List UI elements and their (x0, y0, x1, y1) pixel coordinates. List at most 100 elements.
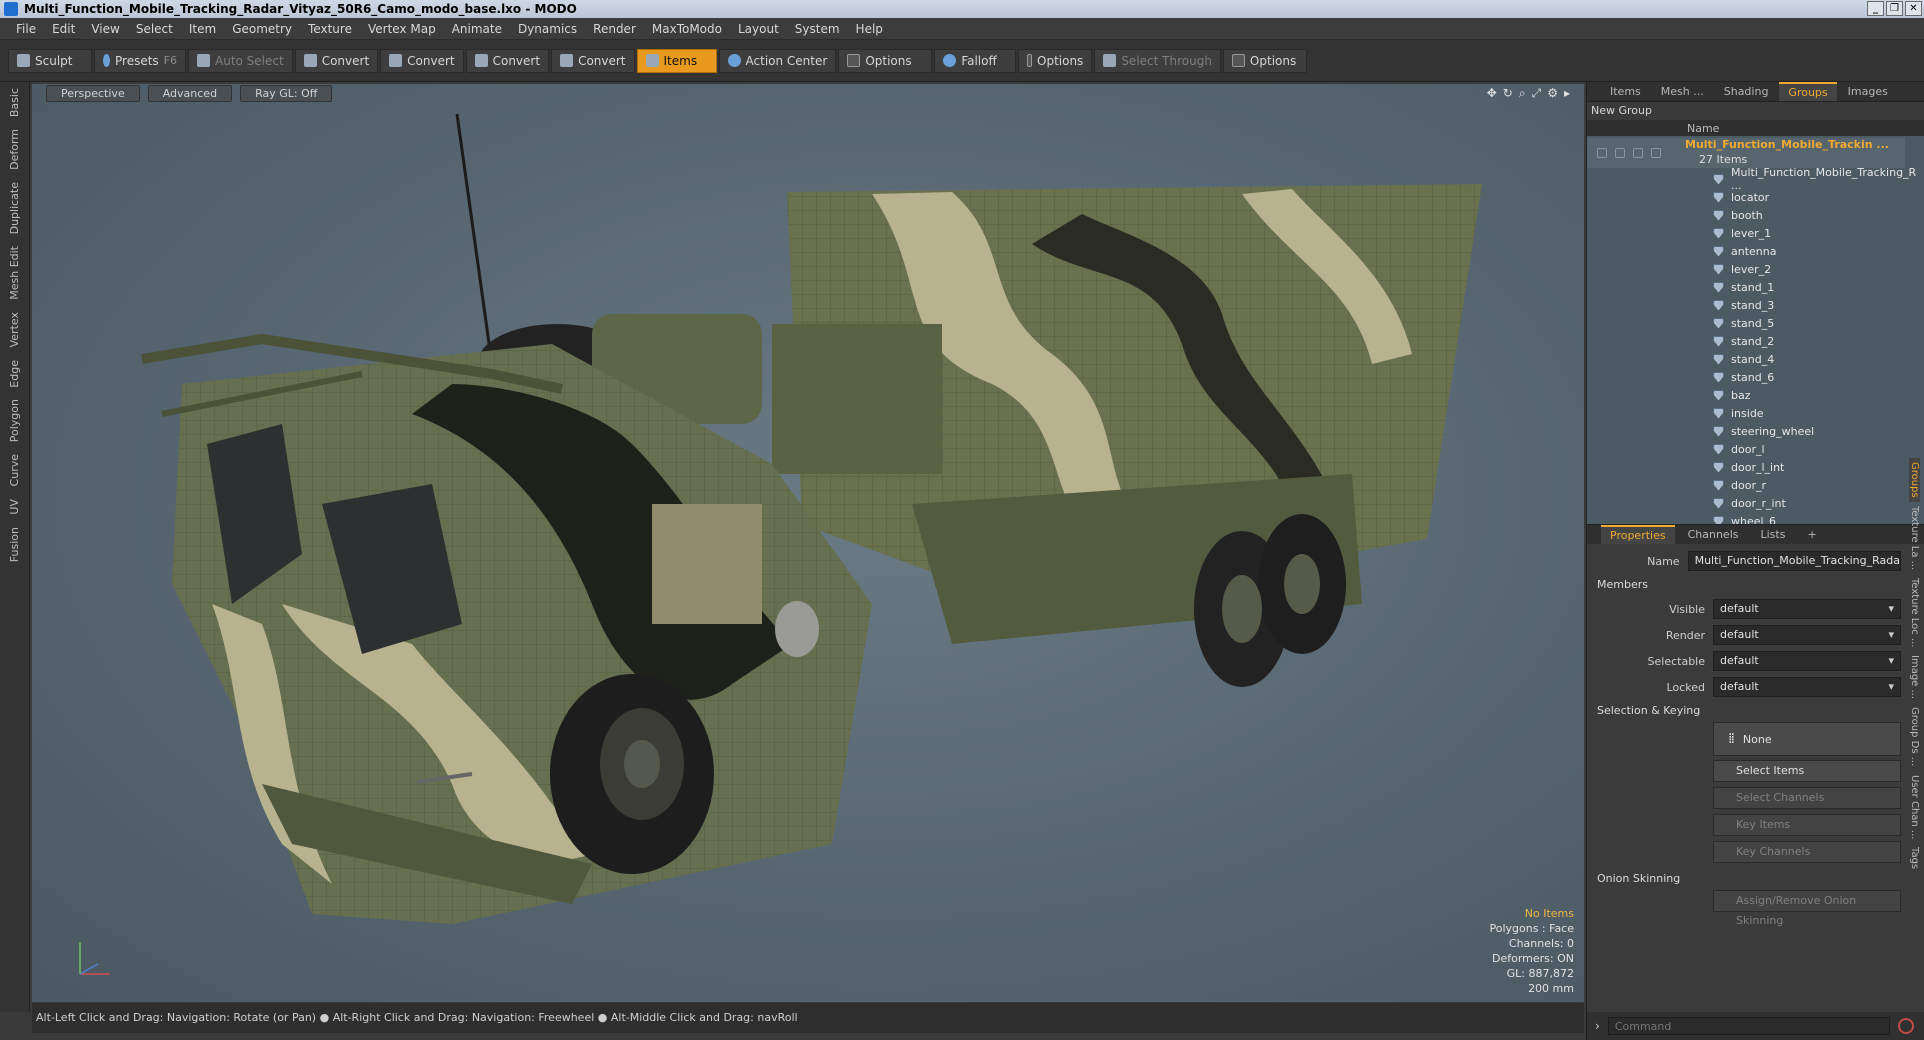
fit-icon[interactable]: ⤢ (1532, 86, 1542, 101)
select-through-button[interactable]: Select Through (1094, 48, 1221, 73)
3d-viewport[interactable]: Perspective Advanced Ray GL: Off ✥ ↻ ⌕ ⤢… (32, 84, 1584, 1002)
group-item-row[interactable]: stand_5 (1587, 314, 1905, 332)
falloff-button[interactable]: Falloff (934, 48, 1017, 73)
menu-layout[interactable]: Layout (730, 22, 787, 36)
presets-button[interactable]: Presets F6 (94, 48, 186, 73)
menu-dynamics[interactable]: Dynamics (510, 22, 585, 36)
menu-vertex-map[interactable]: Vertex Map (360, 22, 444, 36)
locked-dropdown[interactable]: default (1713, 677, 1901, 697)
close-button[interactable]: ✕ (1905, 1, 1922, 16)
group-root-row[interactable]: Multi_Function_Mobile_Trackin ... 27 Ite… (1587, 138, 1905, 168)
menu-animate[interactable]: Animate (444, 22, 510, 36)
name-field[interactable]: Multi_Function_Mobile_Tracking_Rada (1687, 551, 1901, 571)
tab-images[interactable]: Images (1839, 83, 1897, 100)
tab-shading[interactable]: Shading (1715, 83, 1778, 100)
items-mode-button[interactable]: Items (636, 48, 717, 73)
stop-icon[interactable] (1897, 1018, 1914, 1034)
onion-skinning-section[interactable]: Onion Skinning (1593, 868, 1901, 890)
vtab-image[interactable]: Image ... (1909, 651, 1920, 703)
group-item-row[interactable]: booth (1587, 206, 1905, 224)
group-item-row[interactable]: door_r (1587, 476, 1905, 494)
group-item-row[interactable]: stand_1 (1587, 278, 1905, 296)
perspective-button[interactable]: Perspective (46, 84, 140, 102)
group-item-row[interactable]: door_r_int (1587, 494, 1905, 512)
tab-polygon[interactable]: Polygon (8, 393, 21, 448)
group-item-row[interactable]: lever_1 (1587, 224, 1905, 242)
tab-deform[interactable]: Deform (8, 123, 21, 176)
vtab-groups[interactable]: Groups (1909, 458, 1920, 502)
render-dropdown[interactable]: default (1713, 625, 1901, 645)
gear-icon[interactable]: ⚙ (1547, 86, 1558, 101)
group-item-row[interactable]: baz (1587, 386, 1905, 404)
convert-button-3[interactable]: Convert (465, 48, 550, 73)
menu-file[interactable]: File (8, 22, 44, 36)
add-tab-button[interactable]: + (1798, 526, 1825, 543)
convert-button-4[interactable]: Convert (551, 48, 635, 73)
group-item-row[interactable]: Multi_Function_Mobile_Tracking_R ... (1587, 166, 1916, 192)
zoom-icon[interactable]: ⌕ (1519, 86, 1526, 101)
menu-system[interactable]: System (787, 22, 848, 36)
command-input[interactable] (1607, 1017, 1890, 1035)
tab-mesh-edit[interactable]: Mesh Edit (8, 240, 21, 306)
advanced-button[interactable]: Advanced (147, 84, 233, 102)
none-button[interactable]: ⁞⁞ None (1713, 722, 1901, 756)
vtab-texture-locators[interactable]: Texture Loc ... (1909, 574, 1920, 652)
groups-list[interactable]: Multi_Function_Mobile_Trackin ... 27 Ite… (1587, 136, 1924, 524)
menu-help[interactable]: Help (848, 22, 891, 36)
group-item-row[interactable]: locator (1587, 188, 1905, 206)
convert-button-2[interactable]: Convert (380, 48, 464, 73)
sculpt-button[interactable]: Sculpt (8, 48, 92, 73)
options-button-1[interactable]: Options (838, 48, 933, 73)
tab-vertex[interactable]: Vertex (8, 306, 21, 353)
group-item-row[interactable]: steering_wheel (1587, 422, 1905, 440)
chevron-right-icon[interactable]: ▸ (1564, 86, 1570, 101)
selectable-dropdown[interactable]: default (1713, 651, 1901, 671)
group-item-row[interactable]: stand_4 (1587, 350, 1905, 368)
group-item-row[interactable]: lever_2 (1587, 260, 1905, 278)
tab-fusion[interactable]: Fusion (8, 521, 21, 568)
members-section[interactable]: Members (1593, 574, 1901, 596)
vtab-texture-layers[interactable]: Texture La ... (1909, 502, 1920, 574)
group-item-row[interactable]: stand_6 (1587, 368, 1905, 386)
group-item-row[interactable]: stand_3 (1587, 296, 1905, 314)
tab-lists[interactable]: Lists (1752, 526, 1795, 543)
tab-mesh[interactable]: Mesh ... (1652, 83, 1713, 100)
vtab-group-ds[interactable]: Group Ds ... (1909, 703, 1920, 770)
tab-uv[interactable]: UV (8, 493, 21, 521)
menu-view[interactable]: View (83, 22, 127, 36)
group-item-row[interactable]: stand_2 (1587, 332, 1905, 350)
menu-select[interactable]: Select (128, 22, 181, 36)
select-channels-button[interactable]: Select Channels (1713, 787, 1901, 809)
key-channels-button[interactable]: Key Channels (1713, 841, 1901, 863)
new-group-button[interactable]: New Group (1587, 102, 1924, 120)
menu-texture[interactable]: Texture (300, 22, 360, 36)
group-item-row[interactable]: inside (1587, 404, 1905, 422)
menu-maxtomodo[interactable]: MaxToModo (644, 22, 730, 36)
menu-edit[interactable]: Edit (44, 22, 83, 36)
tab-properties[interactable]: Properties (1601, 525, 1675, 544)
tab-duplicate[interactable]: Duplicate (8, 176, 21, 240)
key-items-button[interactable]: Key Items (1713, 814, 1901, 836)
convert-button-1[interactable]: Convert (294, 48, 379, 73)
options-button-2[interactable]: Options (1018, 48, 1093, 73)
select-items-button[interactable]: Select Items (1713, 760, 1901, 782)
tab-items[interactable]: Items (1601, 83, 1650, 100)
maximize-button[interactable]: ❐ (1886, 1, 1903, 16)
selection-keying-section[interactable]: Selection & Keying (1593, 700, 1901, 722)
action-center-button[interactable]: Action Center (718, 48, 837, 73)
group-item-row[interactable]: door_l (1587, 440, 1905, 458)
menu-geometry[interactable]: Geometry (224, 22, 300, 36)
tab-edge[interactable]: Edge (8, 354, 21, 394)
tab-basic[interactable]: Basic (8, 82, 21, 123)
menu-item[interactable]: Item (181, 22, 224, 36)
menu-render[interactable]: Render (585, 22, 644, 36)
options-button-3[interactable]: Options (1222, 48, 1307, 73)
visible-dropdown[interactable]: default (1713, 599, 1901, 619)
visibility-toggles[interactable] (1597, 148, 1663, 158)
group-item-row[interactable]: antenna (1587, 242, 1905, 260)
auto-select-button[interactable]: Auto Select (188, 48, 293, 73)
vtab-user-channels[interactable]: User Chan ... (1909, 771, 1920, 843)
tab-groups[interactable]: Groups (1779, 82, 1837, 101)
group-item-row[interactable]: wheel_6 (1587, 512, 1905, 524)
group-item-row[interactable]: door_l_int (1587, 458, 1905, 476)
